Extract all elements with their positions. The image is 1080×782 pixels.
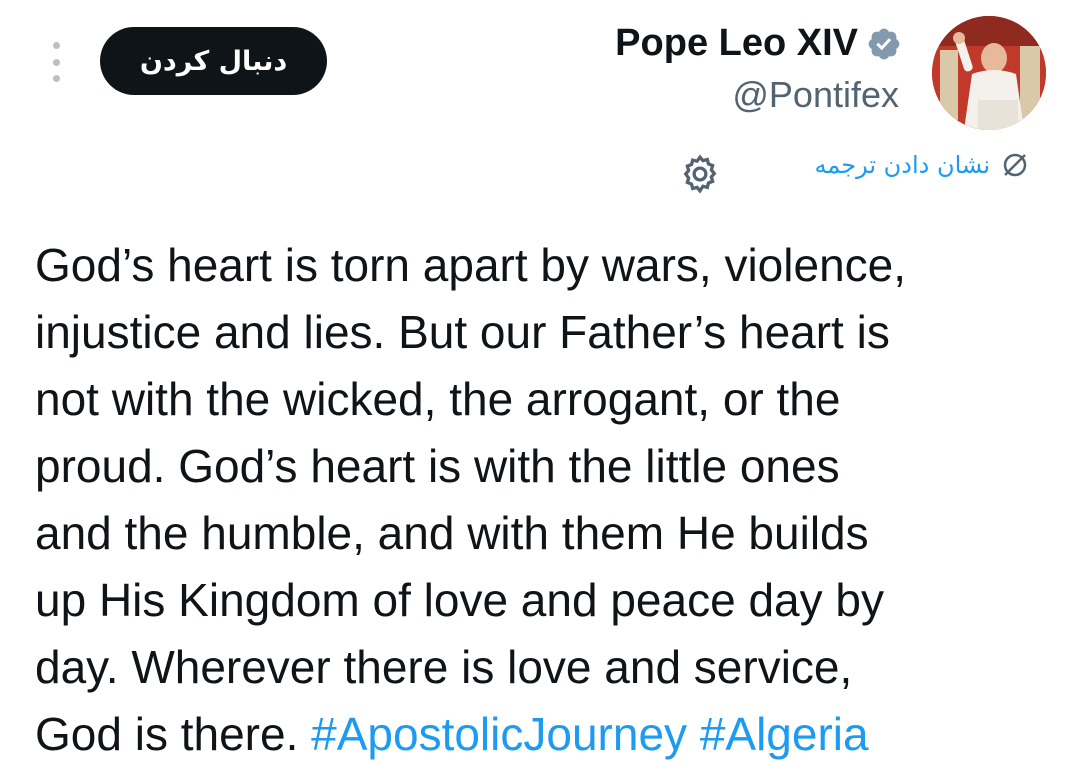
translate-icon [1003, 153, 1027, 177]
tweet-body: God’s heart is torn apart by wars, viole… [35, 239, 907, 760]
follow-button[interactable]: دنبال کردن [100, 27, 327, 95]
profile-avatar[interactable] [932, 16, 1046, 130]
translate-row: نشان دادن ترجمه [815, 150, 1030, 180]
display-name[interactable]: Pope Leo XIV [615, 22, 858, 65]
author-name-row: Pope Leo XIV [615, 22, 902, 65]
hashtag-apostolic-journey[interactable]: #ApostolicJourney [311, 708, 687, 760]
more-dot [52, 42, 60, 49]
more-options-button[interactable] [44, 42, 68, 82]
gear-icon[interactable] [678, 152, 722, 196]
user-handle[interactable]: @Pontifex [732, 74, 899, 116]
hashtag-algeria[interactable]: #Algeria [700, 708, 869, 760]
more-dot [52, 58, 60, 66]
more-dot [52, 75, 60, 82]
show-translation-link[interactable]: نشان دادن ترجمه [815, 151, 990, 179]
avatar-image [932, 16, 1046, 130]
tweet-text: God’s heart is torn apart by wars, viole… [35, 232, 1045, 768]
verified-badge-icon [868, 28, 900, 59]
